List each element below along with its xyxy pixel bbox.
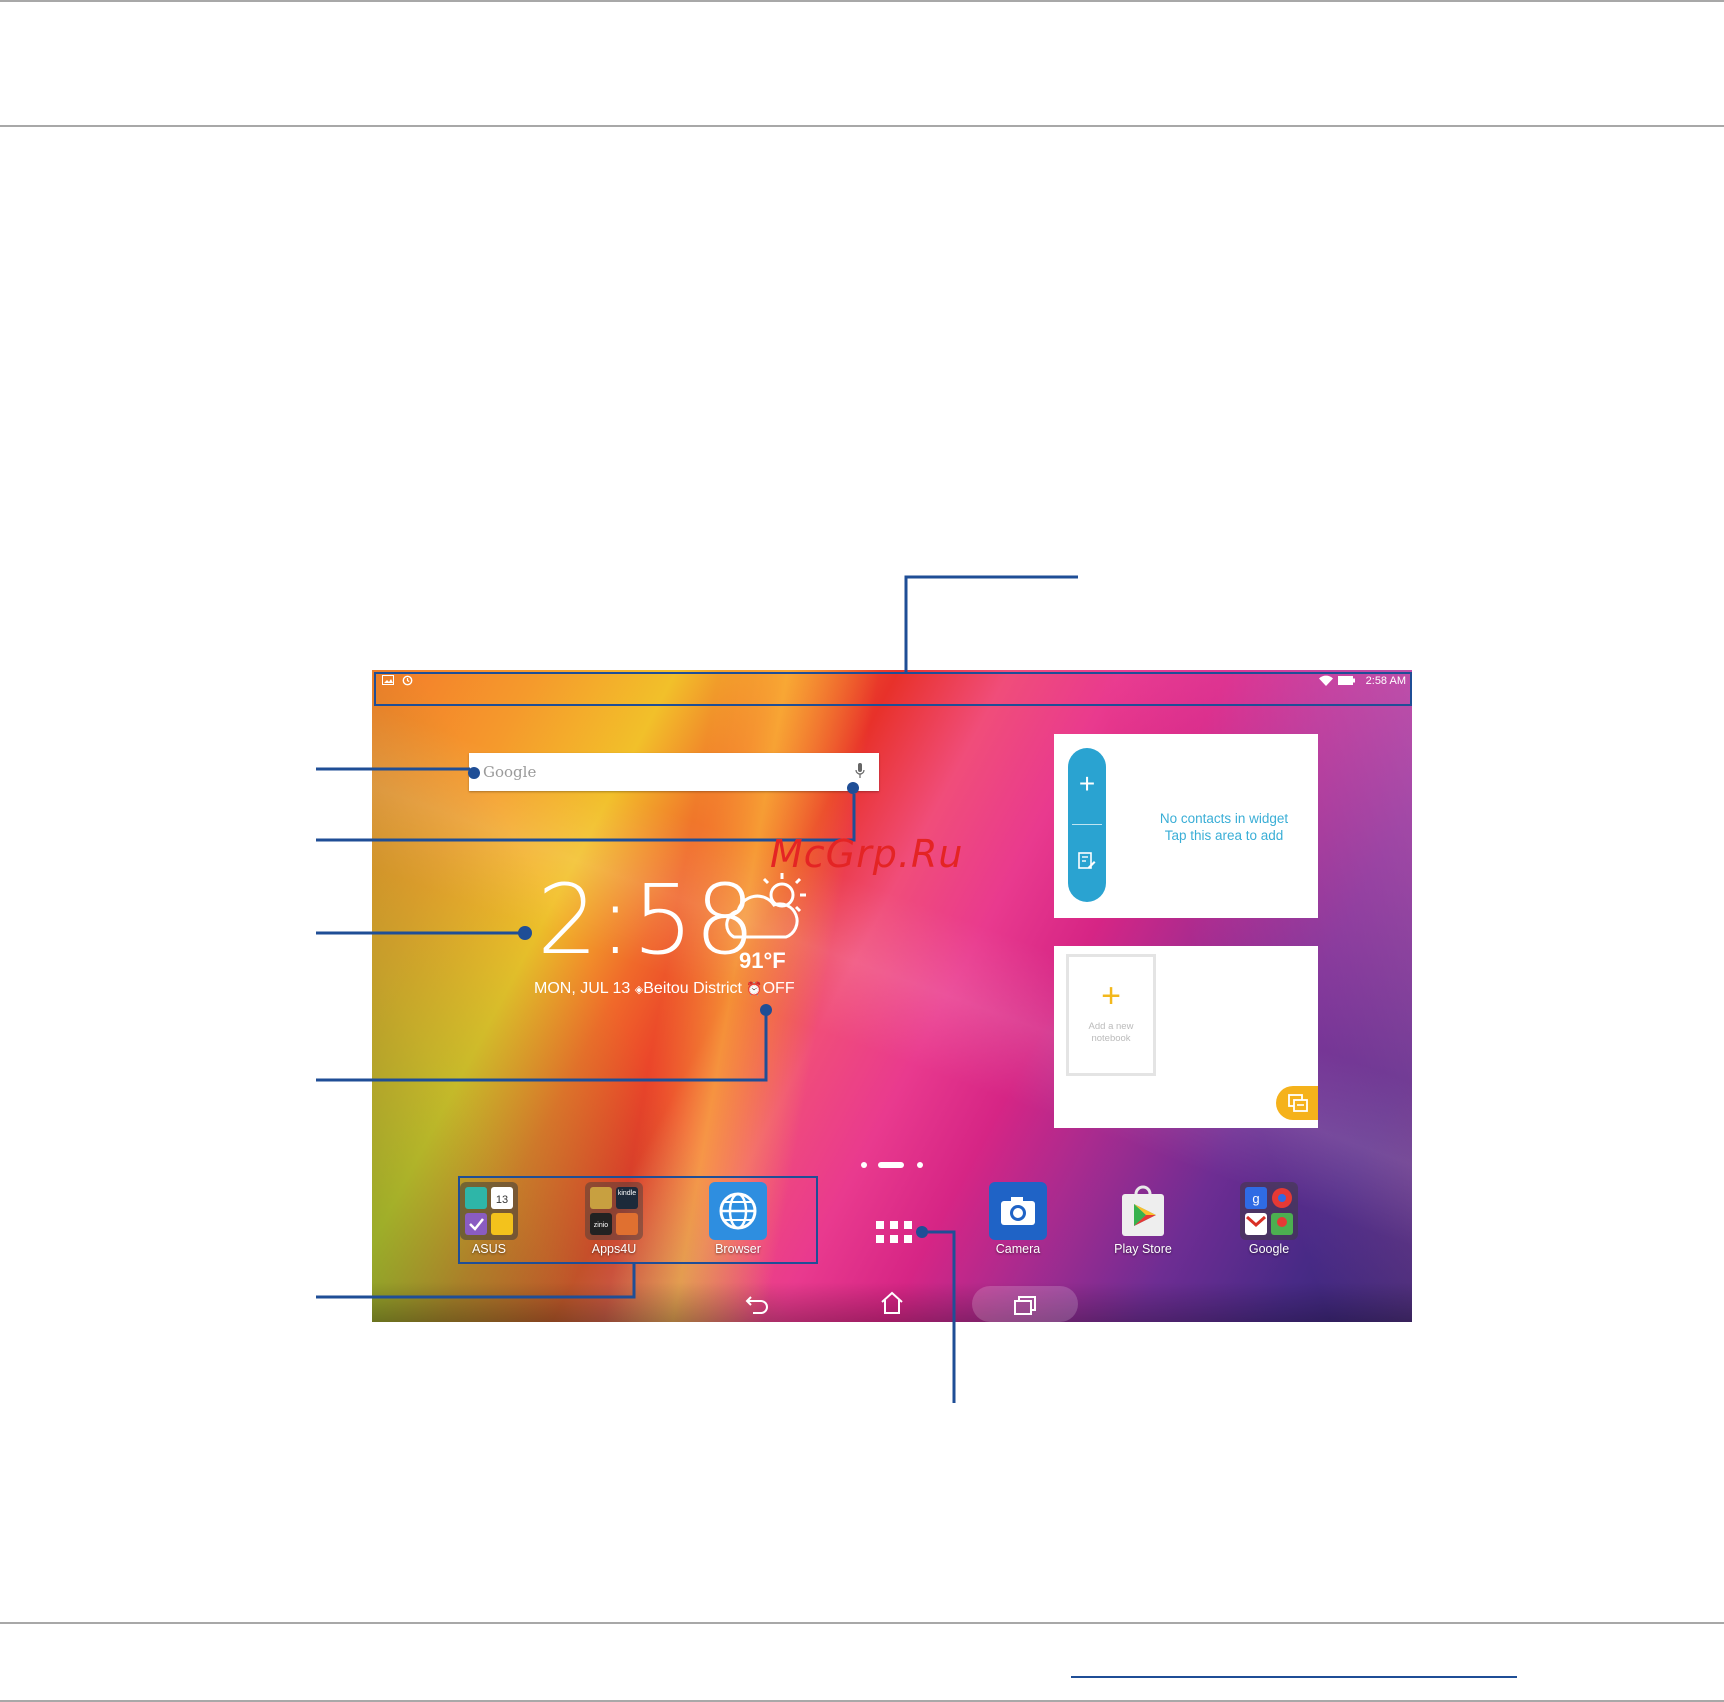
callout-line-all-apps [922, 1230, 956, 1403]
watermark-text: McGrp.Ru [770, 832, 964, 876]
callout-line-status-bar [904, 575, 1078, 672]
callout-line-favorite-apps [316, 1262, 636, 1299]
callout-line-weather [316, 1010, 768, 1082]
